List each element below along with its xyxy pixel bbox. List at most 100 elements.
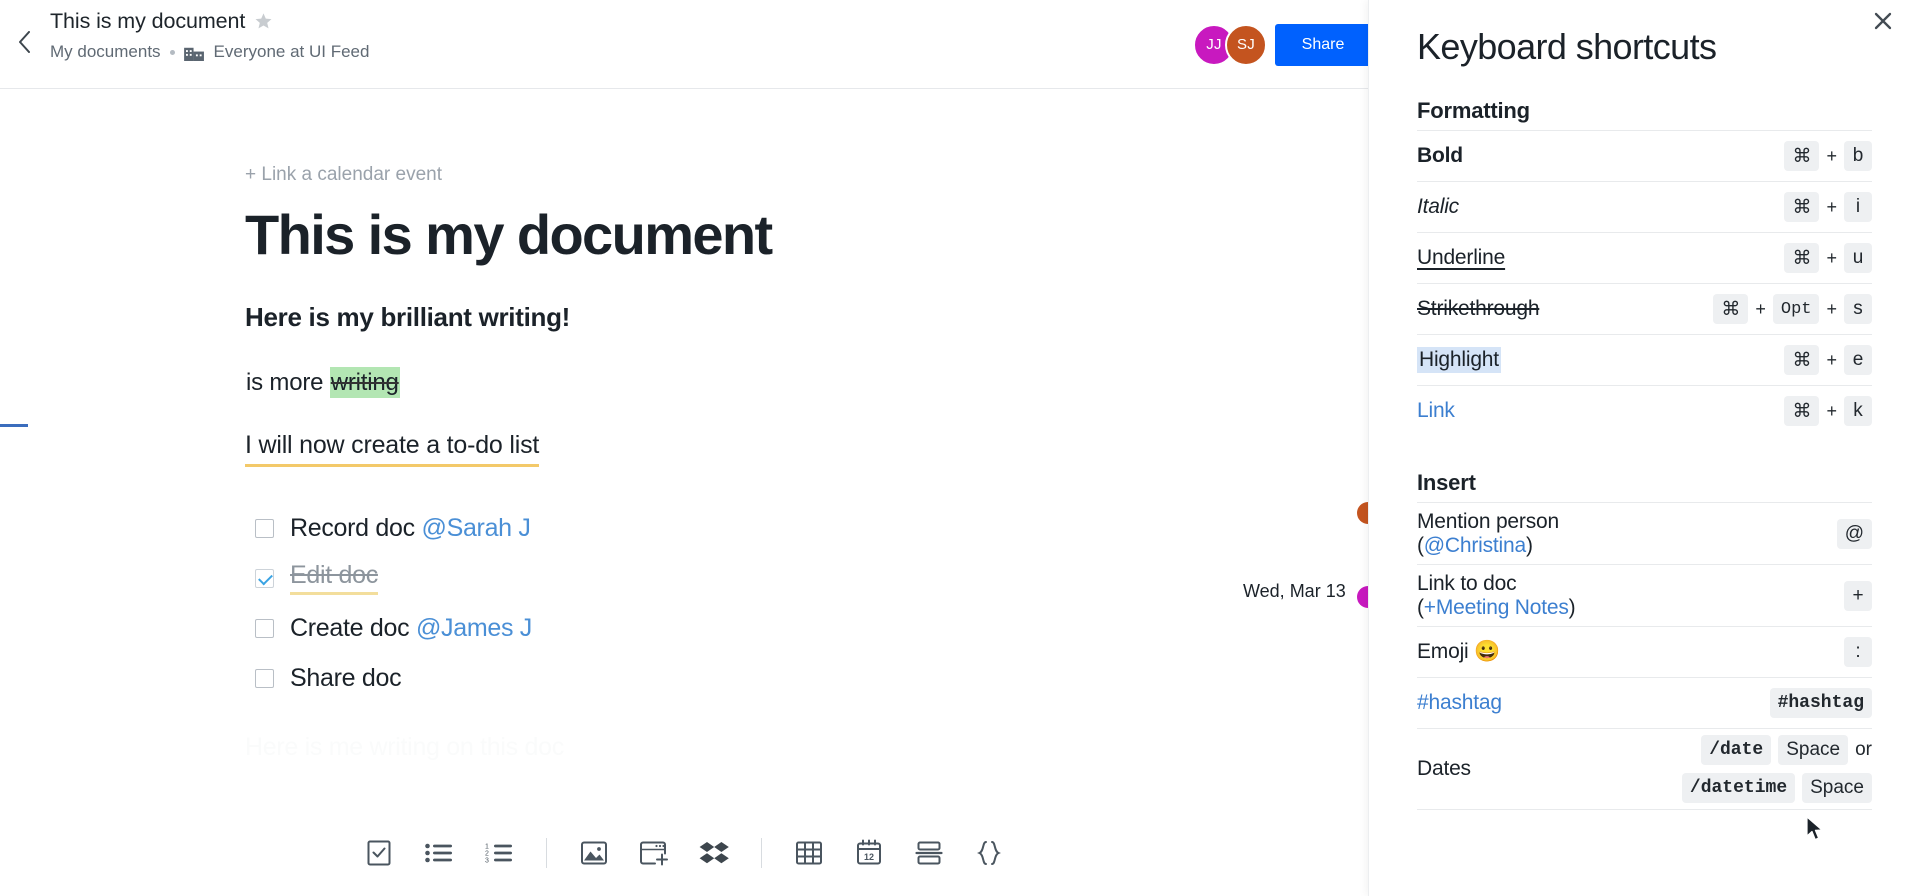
avatar-stack: JJ SJ: [1193, 23, 1267, 66]
numbered-list-digit: 2: [485, 851, 489, 858]
shortcut-label: Underline: [1417, 246, 1506, 269]
shortcut-keys: ⌘ + e: [1784, 345, 1872, 375]
keycap-command: ⌘: [1784, 345, 1820, 375]
shortcut-label: Italic: [1417, 195, 1459, 218]
keycap-letter: e: [1844, 345, 1872, 375]
selection-marker: [0, 424, 28, 427]
keycap-colon: :: [1844, 637, 1872, 667]
keycap-letter: k: [1844, 396, 1872, 426]
shortcut-row-emoji: Emoji 😀 :: [1417, 626, 1872, 677]
list-item[interactable]: Create doc @James J: [255, 603, 1265, 653]
toolbar-divider: [546, 838, 547, 868]
image-icon[interactable]: [575, 834, 613, 872]
paren-open: (: [1417, 595, 1424, 619]
keycap-space: Space: [1802, 773, 1872, 803]
embed-icon[interactable]: [635, 834, 673, 872]
keycap-letter: s: [1844, 294, 1872, 324]
shortcut-keys: /date Space or /datetime Space: [1681, 735, 1872, 803]
dropbox-icon[interactable]: [695, 834, 733, 872]
keycap-letter: u: [1844, 243, 1872, 273]
editor-placeholder[interactable]: Here is me writing on this doc: [245, 733, 1265, 762]
close-icon[interactable]: [1868, 6, 1898, 36]
shortcut-row-strikethrough: Strikethrough ⌘ + Opt + s: [1417, 283, 1872, 334]
todo-checkbox[interactable]: [255, 668, 274, 688]
todo-checkbox[interactable]: [255, 568, 274, 588]
code-block-icon[interactable]: [970, 834, 1008, 872]
keycap-slash-date: /date: [1701, 735, 1772, 765]
todo-text: Edit doc: [290, 561, 378, 590]
shortcut-label: Link: [1417, 399, 1455, 422]
document-heading[interactable]: This is my document: [245, 203, 1265, 267]
keycap-command: ⌘: [1784, 243, 1820, 273]
document-content[interactable]: + Link a calendar event This is my docum…: [245, 89, 1265, 762]
document-paragraph[interactable]: is more writing: [246, 367, 1265, 399]
star-icon[interactable]: [254, 12, 273, 31]
shortcut-label: Mention person (@Christina): [1417, 510, 1559, 558]
list-item[interactable]: Share doc: [255, 653, 1265, 703]
keycap-command: ⌘: [1784, 192, 1820, 222]
document-subheading[interactable]: Here is my brilliant writing!: [245, 302, 1265, 333]
list-item[interactable]: Record doc @Sarah J: [255, 503, 1265, 553]
shortcut-label: Link to doc (+Meeting Notes): [1417, 572, 1576, 620]
back-button[interactable]: [10, 24, 38, 60]
mention-chip[interactable]: @James J: [416, 614, 532, 642]
keycap-letter: b: [1844, 141, 1872, 171]
highlighted-strikethrough-text: writing: [329, 367, 400, 399]
todo-intro-wrap: I will now create a to-do list: [245, 397, 1265, 468]
keycap-space: Space: [1778, 735, 1849, 765]
keycap-plus: +: [1844, 580, 1872, 611]
table-icon[interactable]: [790, 834, 828, 872]
key-plus: +: [1826, 349, 1837, 370]
app-root: This is my document My documents Everyon…: [0, 0, 1920, 896]
mention-chip[interactable]: @Sarah J: [422, 514, 531, 542]
shortcut-label: Strikethrough: [1417, 297, 1540, 320]
key-plus: +: [1826, 400, 1837, 421]
shortcut-keys: ⌘ + b: [1784, 141, 1872, 171]
key-plus: +: [1826, 247, 1837, 268]
shortcut-label: Highlight: [1417, 347, 1501, 373]
shortcut-row-highlight: Highlight ⌘ + e: [1417, 334, 1872, 385]
share-button[interactable]: Share: [1275, 23, 1371, 66]
paragraph-text: is more: [246, 369, 330, 397]
shortcut-row-dates: Dates /date Space or /datetime Space: [1417, 728, 1872, 810]
presence-avatar[interactable]: [1357, 502, 1368, 524]
bulleted-list-icon[interactable]: [420, 834, 458, 872]
doc-link-example: +Meeting Notes: [1423, 595, 1569, 619]
todo-checkbox[interactable]: [255, 518, 274, 538]
shortcut-keys-line-2: /datetime Space: [1681, 773, 1872, 803]
keycap-command: ⌘: [1713, 294, 1749, 324]
keycap-command: ⌘: [1784, 141, 1820, 171]
todo-intro-text[interactable]: I will now create a to-do list: [245, 431, 539, 468]
breadcrumb-my-documents[interactable]: My documents: [50, 42, 161, 62]
todo-checkbox[interactable]: [255, 618, 274, 638]
keys-or-text: or: [1855, 739, 1872, 760]
todo-text: Create doc: [290, 613, 416, 642]
breadcrumb-org-name[interactable]: Everyone at UI Feed: [214, 42, 370, 62]
keycap-command: ⌘: [1784, 396, 1820, 426]
section-heading-insert: Insert: [1417, 470, 1476, 495]
shortcut-keys: ⌘ + k: [1784, 396, 1872, 426]
office-building-icon: [183, 44, 205, 61]
horizontal-rule-icon[interactable]: [910, 834, 948, 872]
presence-avatar[interactable]: [1357, 586, 1368, 608]
numbered-list-icon[interactable]: 1 2 3: [480, 834, 518, 872]
checklist-icon[interactable]: [360, 834, 398, 872]
shortcut-label: Dates: [1417, 757, 1471, 780]
numbered-list-digit: 1: [485, 844, 489, 851]
title-block: This is my document My documents Everyon…: [50, 6, 369, 62]
todo-label: Share doc: [290, 664, 402, 693]
calendar-icon[interactable]: 12: [850, 834, 888, 872]
shortcut-keys: ⌘ + u: [1784, 243, 1872, 273]
page-title[interactable]: This is my document: [50, 6, 245, 36]
list-item[interactable]: Edit doc: [255, 553, 1265, 603]
panel-title: Keyboard shortcuts: [1417, 26, 1717, 67]
avatar[interactable]: SJ: [1225, 23, 1267, 66]
shortcut-row-underline: Underline ⌘ + u: [1417, 232, 1872, 283]
shortcut-row-italic: Italic ⌘ + i: [1417, 181, 1872, 232]
keycap-hashtag: #hashtag: [1769, 688, 1872, 718]
paren-close: ): [1568, 595, 1576, 619]
shortcut-label: #hashtag: [1417, 691, 1502, 714]
header-actions: JJ SJ Share: [1193, 0, 1371, 89]
section-heading-formatting: Formatting: [1417, 98, 1530, 123]
link-calendar-event-button[interactable]: + Link a calendar event: [245, 164, 1265, 186]
